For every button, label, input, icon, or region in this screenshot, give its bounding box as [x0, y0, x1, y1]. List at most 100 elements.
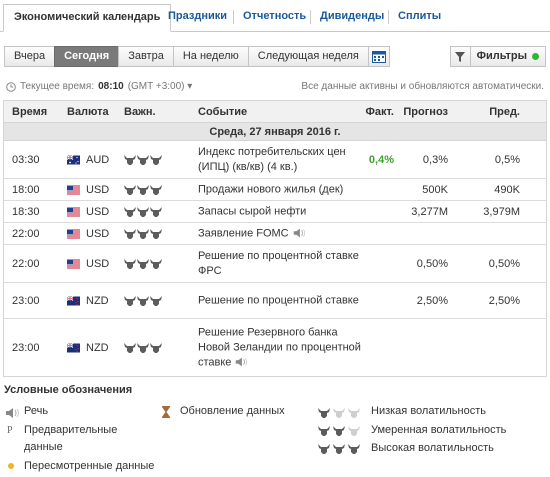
current-time-value: 08:10 — [98, 81, 124, 92]
this-week-button[interactable]: На неделю — [172, 46, 249, 67]
bull-icon — [150, 154, 162, 165]
auto-update-note: Все данные активны и обновляются автомат… — [301, 81, 544, 92]
tab-economic-calendar[interactable]: Экономический календарь — [3, 4, 172, 32]
flag-nz-icon — [67, 343, 80, 352]
bull-icon — [318, 408, 330, 418]
clock-icon — [6, 81, 16, 92]
bull-icon — [137, 184, 149, 195]
event-forecast: 0,50% — [416, 257, 448, 270]
event-forecast: 0,3% — [422, 153, 448, 166]
tomorrow-button[interactable]: Завтра — [118, 46, 174, 67]
event-name[interactable]: Продажи нового жилья (дек) — [198, 182, 368, 197]
bull-icon — [150, 258, 162, 269]
event-previous: 0,5% — [494, 153, 520, 166]
table-header: Время Валюта Важн. Событие Факт. Прогноз… — [4, 101, 546, 123]
header-importance: Важн. — [124, 106, 156, 118]
bull-icon — [333, 408, 345, 418]
event-importance — [124, 295, 162, 306]
bull-icon — [137, 258, 149, 269]
event-name[interactable]: Решение по процентной ставке ФРС — [198, 249, 368, 279]
event-time: 03:30 — [12, 153, 40, 166]
legend-preliminary: Предварительные данные — [24, 424, 118, 453]
event-importance — [124, 258, 162, 269]
filters-label: Фильтры — [476, 50, 527, 62]
bull-icon — [333, 426, 345, 436]
calendar-button[interactable] — [367, 46, 390, 67]
time-bar: Текущее время: 08:10 (GMT +3:00) ▾ Все д… — [6, 81, 544, 95]
header-time: Время — [12, 106, 48, 118]
event-row[interactable]: 18:00 USD Продажи нового жилья (дек) 500K 49… — [4, 179, 546, 201]
event-name[interactable]: Индекс потребительских цен (ИПЦ) (кв/кв)… — [198, 145, 368, 175]
tab-dividends[interactable]: Дивиденды — [320, 6, 384, 26]
low-volatility-icon — [318, 408, 360, 418]
bull-icon — [124, 295, 136, 306]
event-time: 23:00 — [12, 294, 40, 307]
tab-holidays[interactable]: Праздники — [168, 6, 227, 26]
current-time-label: Текущее время: — [20, 81, 95, 92]
event-row[interactable]: 23:00 NZD Решение Резервного банка Новой З… — [4, 319, 546, 376]
bull-icon — [150, 206, 162, 217]
next-week-button[interactable]: Следующая неделя — [247, 46, 369, 67]
calendar-icon — [371, 50, 386, 63]
flag-nz-icon — [67, 296, 80, 305]
timezone-selector[interactable]: (GMT +3:00) ▾ — [128, 81, 193, 92]
header-event: Событие — [198, 106, 248, 118]
event-time: 23:00 — [12, 341, 40, 354]
event-row[interactable]: 23:00 NZD Решение по процентной ставке 2,50… — [4, 283, 546, 319]
legend-title: Условные обозначения — [4, 384, 133, 396]
bull-icon — [150, 228, 162, 239]
revised-dot-icon — [8, 463, 14, 469]
event-importance — [124, 206, 162, 217]
event-row[interactable]: 22:00 USD Решение по процентной ставке ФРС… — [4, 245, 546, 283]
yesterday-button[interactable]: Вчера — [4, 46, 56, 67]
bull-icon — [318, 426, 330, 436]
bull-icon — [137, 295, 149, 306]
chevron-down-icon: ▾ — [187, 81, 193, 92]
preliminary-icon: P — [7, 425, 13, 436]
bull-icon — [137, 154, 149, 165]
legend-high-volatility: Высокая волатильность — [371, 442, 494, 454]
tab-splits[interactable]: Сплиты — [398, 6, 441, 26]
filters-button[interactable]: Фильтры — [449, 46, 546, 67]
bull-icon — [348, 444, 360, 454]
event-name[interactable]: Запасы сырой нефти — [198, 204, 368, 219]
bull-icon — [124, 184, 136, 195]
header-forecast: Прогноз — [403, 106, 448, 118]
bull-icon — [124, 342, 136, 353]
header-actual: Факт. — [365, 106, 395, 118]
legend-revised: Пересмотренные данные — [24, 460, 155, 472]
event-row[interactable]: 03:30 AUD Индекс потребительских цен (ИПЦ)… — [4, 141, 546, 179]
event-time: 22:00 — [12, 227, 40, 240]
event-currency: USD — [86, 205, 110, 218]
event-name[interactable]: Решение по процентной ставке — [198, 293, 368, 308]
bull-icon — [348, 408, 360, 418]
event-currency: NZD — [86, 294, 109, 307]
legend-medium-volatility: Умеренная волатильность — [371, 424, 507, 436]
tab-divider — [388, 10, 389, 24]
bull-icon — [333, 444, 345, 454]
day-header: Среда, 27 января 2016 г. — [4, 123, 546, 141]
event-time: 18:00 — [12, 183, 40, 196]
tab-earnings[interactable]: Отчетность — [243, 6, 306, 26]
event-forecast: 3,277M — [411, 205, 448, 218]
bull-icon — [124, 154, 136, 165]
event-row[interactable]: 18:30 USD Запасы сырой нефти 3,277M 3,979M — [4, 201, 546, 223]
flag-us-icon — [67, 229, 80, 238]
event-forecast: 2,50% — [416, 294, 448, 307]
event-previous: 2,50% — [488, 294, 520, 307]
bull-icon — [124, 206, 136, 217]
event-importance — [124, 184, 162, 195]
event-row[interactable]: 22:00 USD Заявление FOMC — [4, 223, 546, 245]
bull-icon — [150, 295, 162, 306]
event-name[interactable]: Решение Резервного банка Новой Зеландии … — [198, 325, 368, 370]
flag-us-icon — [67, 207, 80, 216]
event-previous: 490K — [494, 183, 520, 196]
legend-speech: Речь — [24, 405, 49, 417]
event-previous: 3,979M — [483, 205, 520, 218]
bull-icon — [150, 184, 162, 195]
bull-icon — [137, 342, 149, 353]
today-button[interactable]: Сегодня — [54, 46, 120, 67]
bull-icon — [137, 228, 149, 239]
event-name[interactable]: Заявление FOMC — [198, 226, 368, 241]
flag-us-icon — [67, 185, 80, 194]
